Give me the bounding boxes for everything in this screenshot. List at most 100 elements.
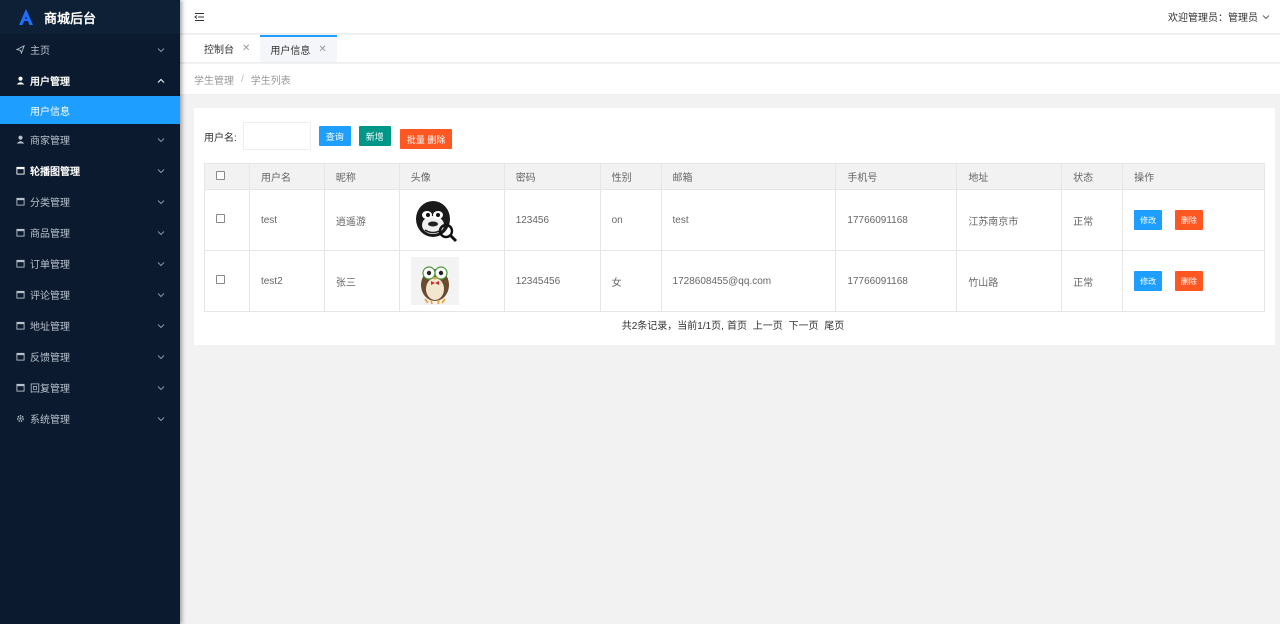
- logo: 商城后台: [0, 0, 180, 34]
- cell-actions: 修改 删除: [1122, 250, 1265, 312]
- chevron-down-icon: [156, 290, 166, 300]
- row-select-cell: [204, 189, 250, 251]
- header-phone: 手机号: [835, 163, 958, 190]
- chevron-down-icon: [156, 166, 166, 176]
- header-password: 密码: [503, 163, 601, 190]
- sidebar-item-user-management[interactable]: 用户管理: [0, 65, 180, 96]
- top-header: 欢迎管理员： 管理员: [180, 0, 1280, 34]
- username-search-input[interactable]: [242, 122, 311, 150]
- tab-user-info[interactable]: 用户信息 ✕: [260, 35, 337, 62]
- add-button[interactable]: 新增: [358, 126, 391, 146]
- cell-username: test2: [248, 250, 325, 312]
- chevron-up-icon: [156, 76, 166, 86]
- cell-gender: 女: [599, 250, 662, 312]
- next-page-link[interactable]: 下一页: [789, 321, 819, 332]
- sidebar-item-label: 订单管理: [30, 260, 70, 271]
- cell-avatar: [398, 189, 505, 251]
- edit-button[interactable]: 修改: [1134, 271, 1163, 291]
- tab-bar: 控制台 ✕ 用户信息 ✕: [180, 35, 1280, 63]
- last-page-link[interactable]: 尾页: [824, 321, 844, 332]
- delete-button[interactable]: 删除: [1174, 271, 1203, 291]
- sidebar: 商城后台 主页 用户管理 用户信息 商家管理 轮播图管理 分类管理 商品管理 订…: [0, 0, 180, 624]
- sidebar-item-product-management[interactable]: 商品管理: [0, 217, 180, 248]
- sidebar-item-category-management[interactable]: 分类管理: [0, 186, 180, 217]
- sidebar-item-label: 分类管理: [30, 198, 70, 209]
- chevron-down-icon: [156, 135, 166, 145]
- logo-icon: [16, 7, 36, 27]
- sidebar-item-label: 轮播图管理: [30, 167, 80, 178]
- sidebar-menu: 主页 用户管理 用户信息 商家管理 轮播图管理 分类管理 商品管理 订单管理 评…: [0, 34, 180, 434]
- sidebar-item-home[interactable]: 主页: [0, 34, 180, 65]
- sidebar-item-label: 地址管理: [30, 322, 70, 333]
- cell-email: test: [660, 189, 837, 251]
- delete-button[interactable]: 删除: [1174, 210, 1203, 230]
- sidebar-item-label: 回复管理: [30, 384, 70, 395]
- owl-avatar-icon: [410, 257, 459, 305]
- chevron-down-icon: [156, 259, 166, 269]
- header-username: 用户名: [248, 163, 325, 190]
- query-button[interactable]: 查询: [318, 126, 351, 146]
- sidebar-item-feedback-management[interactable]: 反馈管理: [0, 341, 180, 372]
- user-icon: [14, 135, 26, 144]
- header-nickname: 昵称: [323, 163, 400, 190]
- header-avatar: 头像: [398, 163, 505, 190]
- calendar-icon: [14, 290, 26, 299]
- cell-avatar: [398, 250, 505, 312]
- breadcrumb-parent[interactable]: 学生管理: [194, 72, 234, 87]
- batch-delete-button[interactable]: 批量 删除: [399, 129, 453, 149]
- user-menu[interactable]: 欢迎管理员： 管理员: [1168, 9, 1270, 24]
- sidebar-item-merchant-management[interactable]: 商家管理: [0, 124, 180, 155]
- row-checkbox[interactable]: [216, 214, 225, 223]
- breadcrumb: 学生管理 / 学生列表: [180, 64, 1280, 95]
- calendar-icon: [14, 352, 26, 361]
- gorilla-avatar-icon: [411, 196, 459, 244]
- menu-toggle-icon[interactable]: [194, 11, 206, 23]
- sidebar-item-label: 商品管理: [30, 229, 70, 240]
- sidebar-item-label: 反馈管理: [30, 353, 70, 364]
- sidebar-item-comment-management[interactable]: 评论管理: [0, 279, 180, 310]
- first-page-link[interactable]: 首页: [727, 321, 747, 332]
- cell-status: 正常: [1061, 189, 1124, 251]
- sidebar-item-system-management[interactable]: 系统管理: [0, 403, 180, 434]
- calendar-icon: [14, 383, 26, 392]
- tab-console[interactable]: 控制台 ✕: [194, 35, 260, 62]
- chevron-down-icon: [156, 414, 166, 424]
- table-row: test2 张三 12345456 女 1728608455@qq.com 17…: [204, 250, 1265, 312]
- search-label: 用户名:: [204, 132, 237, 144]
- pagination: 共2条记录，当前1/1页, 首页 上一页 下一页 尾页: [194, 317, 1275, 332]
- chevron-down-icon: [156, 45, 166, 55]
- sidebar-subitem-user-info[interactable]: 用户信息: [0, 96, 180, 124]
- sidebar-item-reply-management[interactable]: 回复管理: [0, 372, 180, 403]
- close-icon[interactable]: ✕: [318, 44, 326, 55]
- calendar-icon: [14, 166, 26, 175]
- cell-username: test: [248, 189, 325, 251]
- username: 管理员: [1228, 13, 1258, 24]
- chevron-down-icon: [1262, 14, 1270, 20]
- cell-password: 12345456: [503, 250, 601, 312]
- user-icon: [14, 76, 26, 85]
- cell-address: 江苏南京市: [956, 189, 1063, 251]
- calendar-icon: [14, 228, 26, 237]
- prev-page-link[interactable]: 上一页: [753, 321, 783, 332]
- chevron-down-icon: [156, 228, 166, 238]
- header-status: 状态: [1061, 163, 1124, 190]
- content-card: 用户名: 查询 新增 批量 删除 用户名 昵称 头像 密码 性别 邮箱 手机号 …: [194, 108, 1275, 345]
- row-checkbox[interactable]: [216, 275, 225, 284]
- close-icon[interactable]: ✕: [242, 43, 250, 54]
- cell-email: 1728608455@qq.com: [660, 250, 837, 312]
- sidebar-item-label: 用户管理: [30, 77, 70, 88]
- tab-label: 用户信息: [270, 46, 311, 57]
- row-select-cell: [204, 250, 250, 312]
- cell-nickname: 张三: [323, 250, 400, 312]
- pagination-summary: 共2条记录，当前1/1页,: [621, 321, 724, 332]
- sidebar-subitem-label: 用户信息: [30, 106, 70, 118]
- sidebar-item-order-management[interactable]: 订单管理: [0, 248, 180, 279]
- calendar-icon: [14, 259, 26, 268]
- sidebar-item-address-management[interactable]: 地址管理: [0, 310, 180, 341]
- cell-gender: on: [599, 189, 662, 251]
- send-icon: [14, 45, 26, 54]
- edit-button[interactable]: 修改: [1134, 210, 1163, 230]
- welcome-text: 欢迎管理员：: [1168, 13, 1228, 24]
- sidebar-item-carousel-management[interactable]: 轮播图管理: [0, 155, 180, 186]
- select-all-checkbox[interactable]: [216, 170, 225, 180]
